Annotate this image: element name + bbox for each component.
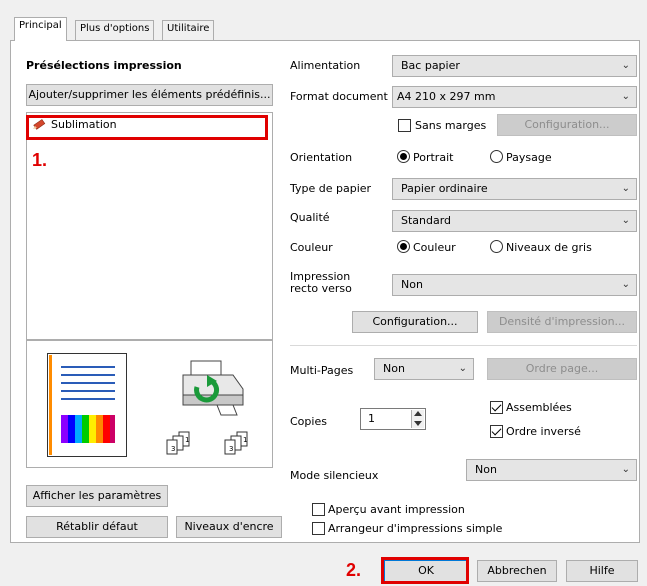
quiet-mode-label: Mode silencieux (290, 469, 379, 482)
portrait-radio[interactable] (397, 150, 410, 163)
multipage-label: Multi-Pages (290, 364, 354, 377)
paper-type-value: Papier ordinaire (401, 182, 488, 195)
chevron-down-icon: ⌄ (621, 60, 630, 71)
preview-checkbox[interactable] (312, 503, 325, 516)
reverse-order-pages-icon: 1 3 (224, 431, 248, 455)
borderless-configuration-button[interactable]: Configuration... (497, 114, 637, 136)
color-radio[interactable] (397, 240, 410, 253)
annotation-highlight-preset (26, 115, 268, 140)
tab-principal[interactable]: Principal (14, 17, 67, 41)
spinner-up-icon[interactable] (414, 411, 422, 416)
reverse-order-checkbox[interactable] (490, 425, 503, 438)
simple-arranger-label: Arrangeur d'impressions simple (328, 522, 503, 535)
multipage-value: Non (383, 362, 405, 375)
add-remove-presets-button[interactable]: Ajouter/supprimer les éléments prédéfini… (26, 84, 273, 106)
landscape-label: Paysage (506, 151, 552, 164)
reverse-order-label: Ordre inversé (506, 425, 581, 438)
collate-label: Assemblées (506, 401, 572, 414)
borderless-checkbox[interactable] (398, 119, 411, 132)
multipage-select[interactable]: Non ⌄ (374, 358, 474, 380)
landscape-radio[interactable] (490, 150, 503, 163)
paper-source-select[interactable]: Bac papier ⌄ (392, 55, 637, 77)
chevron-down-icon: ⌄ (621, 183, 630, 194)
duplex-value: Non (401, 278, 423, 291)
spinner-down-icon[interactable] (414, 421, 422, 426)
grayscale-radio[interactable] (490, 240, 503, 253)
chevron-down-icon: ⌄ (621, 279, 630, 290)
annotation-highlight-ok (381, 557, 469, 584)
duplex-label-line2: recto verso (290, 282, 352, 295)
show-settings-button[interactable]: Afficher les paramètres (26, 485, 168, 507)
paper-type-label: Type de papier (290, 182, 372, 195)
page-order-button[interactable]: Ordre page... (487, 358, 637, 380)
svg-text:3: 3 (171, 445, 175, 453)
chevron-down-icon: ⌄ (458, 363, 467, 374)
preview-label: Aperçu avant impression (328, 503, 465, 516)
tab-utility[interactable]: Utilitaire (162, 20, 215, 40)
ink-levels-button[interactable]: Niveaux d'encre (176, 516, 282, 538)
print-preview-area: 1 3 1 3 (26, 340, 273, 468)
copies-label: Copies (290, 415, 327, 428)
simple-arranger-checkbox[interactable] (312, 522, 325, 535)
document-format-value: A4 210 x 297 mm (397, 90, 496, 103)
quiet-mode-select[interactable]: Non ⌄ (466, 459, 637, 481)
presets-title: Présélections impression (26, 59, 182, 72)
paper-source-value: Bac papier (401, 59, 460, 72)
document-format-select[interactable]: A4 210 x 297 mm ⌄ (392, 86, 637, 108)
chevron-down-icon: ⌄ (621, 91, 630, 102)
svg-text:3: 3 (229, 445, 233, 453)
paper-type-select[interactable]: Papier ordinaire ⌄ (392, 178, 637, 200)
annotation-step-1: 1. (32, 150, 48, 170)
copies-input[interactable]: 1 (360, 408, 426, 430)
duplex-select[interactable]: Non ⌄ (392, 274, 637, 296)
quality-select[interactable]: Standard ⌄ (392, 210, 637, 232)
color-option-label: Couleur (413, 241, 456, 254)
duplex-configuration-button[interactable]: Configuration... (352, 311, 478, 333)
print-density-button[interactable]: Densité d'impression... (487, 311, 637, 333)
color-label: Couleur (290, 241, 333, 254)
copies-value: 1 (368, 412, 375, 425)
document-preview-icon (47, 353, 127, 457)
help-button[interactable]: Hilfe (566, 560, 638, 582)
chevron-down-icon: ⌄ (621, 464, 630, 475)
collate-pages-icon: 1 3 (166, 431, 190, 455)
borderless-label: Sans marges (415, 119, 487, 132)
svg-text:1: 1 (243, 436, 247, 444)
section-divider (290, 345, 637, 346)
printer-icon (182, 360, 244, 416)
annotation-step-2: 2. (346, 560, 362, 580)
quality-label: Qualité (290, 211, 330, 224)
cancel-button[interactable]: Abbrechen (477, 560, 557, 582)
svg-text:1: 1 (185, 436, 189, 444)
chevron-down-icon: ⌄ (621, 215, 630, 226)
document-format-label: Format document (290, 90, 388, 103)
copies-spinner[interactable] (411, 410, 424, 428)
duplex-label: Impression recto verso (290, 271, 352, 295)
portrait-label: Portrait (413, 151, 454, 164)
presets-list: Sublimation (26, 112, 273, 340)
paper-source-label: Alimentation (290, 59, 361, 72)
orientation-label: Orientation (290, 151, 353, 164)
reset-default-button[interactable]: Rétablir défaut (26, 516, 168, 538)
grayscale-label: Niveaux de gris (506, 241, 592, 254)
collate-checkbox[interactable] (490, 401, 503, 414)
quality-value: Standard (401, 214, 452, 227)
tab-more-options[interactable]: Plus d'options (75, 20, 155, 40)
quiet-mode-value: Non (475, 463, 497, 476)
